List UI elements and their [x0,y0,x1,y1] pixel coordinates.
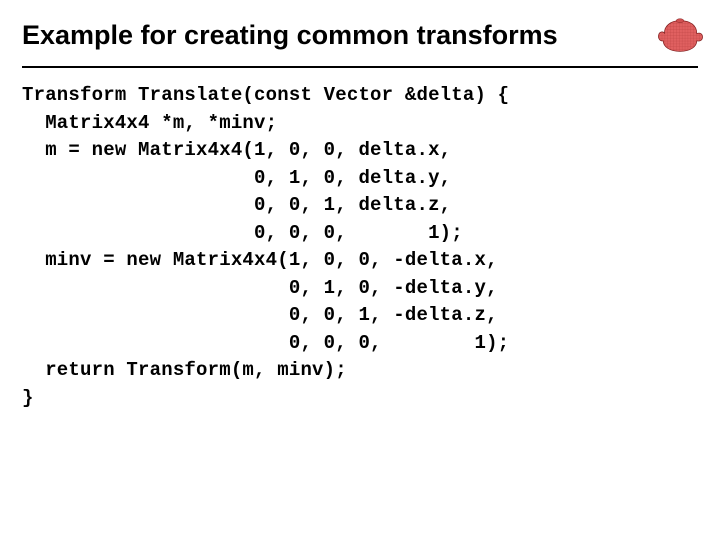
slide: Example for creating common transforms [0,0,720,540]
page-title: Example for creating common transforms [22,20,558,51]
title-row: Example for creating common transforms [22,12,698,60]
divider [22,66,698,68]
code-block: Transform Translate(const Vector &delta)… [22,82,698,413]
teapot-icon [656,12,704,60]
